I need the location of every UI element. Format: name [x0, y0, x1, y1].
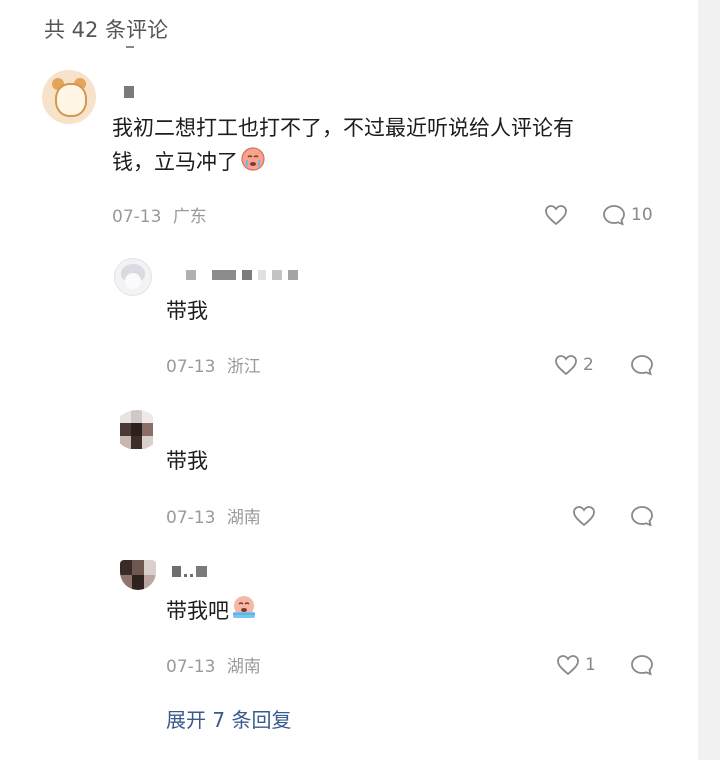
avatar[interactable] [114, 258, 152, 296]
like-button[interactable]: 1 [556, 654, 596, 676]
reply-date: 07-13 [166, 357, 216, 377]
username-redacted[interactable] [172, 566, 207, 577]
heart-icon [573, 506, 595, 527]
avatar[interactable] [42, 70, 96, 124]
reply-date: 07-13 [166, 657, 216, 677]
reply-location: 浙江 [226, 357, 261, 377]
reply-date: 07-13 [166, 508, 216, 528]
avatar[interactable] [120, 560, 156, 590]
heart-icon [555, 355, 577, 376]
crying-face-emoji-icon [240, 145, 266, 181]
comment-bubble-icon [631, 655, 653, 676]
comment-date: 07-13 [112, 207, 162, 227]
comment-meta: 07-13 广东 [112, 206, 207, 228]
like-button[interactable] [544, 204, 568, 226]
like-count: 1 [585, 655, 596, 675]
crying-face-emoji-icon [231, 594, 257, 630]
reply-meta: 07-13 浙江 [166, 356, 261, 378]
reply-meta: 07-13 湖南 [166, 507, 261, 529]
reply-button[interactable] [630, 505, 654, 527]
like-count: 2 [583, 355, 594, 375]
comment-bubble-icon [631, 355, 653, 376]
comment-count-header: 共 42 条评论 [44, 18, 169, 42]
reply-location: 湖南 [226, 508, 261, 528]
reply-text-wrap: 带我吧 [166, 594, 257, 630]
expand-replies-link[interactable]: 展开 7 条回复 [166, 706, 291, 734]
comment-text-line1: 我初二想打工也打不了，不过最近听说给人评论有 [112, 116, 574, 140]
heart-icon [545, 205, 567, 226]
reply-button[interactable] [630, 354, 654, 376]
reply-text: 带我 [166, 299, 208, 323]
header-divider [126, 46, 134, 48]
reply-button[interactable] [630, 654, 654, 676]
like-button[interactable] [572, 505, 601, 527]
reply-text: 带我吧 [166, 599, 229, 623]
reply-location: 湖南 [226, 657, 261, 677]
comment-text-line2: 钱，立马冲了 [112, 150, 238, 174]
comment-bubble-icon [631, 506, 653, 527]
reply-meta: 07-13 湖南 [166, 656, 261, 678]
reply-count: 10 [631, 205, 653, 225]
username-redacted[interactable] [124, 86, 134, 98]
comment-bubble-icon [603, 205, 625, 226]
comment-text-line2-wrap: 钱，立马冲了 [112, 145, 266, 181]
comment-location: 广东 [172, 207, 207, 227]
username-redacted[interactable] [186, 270, 298, 280]
like-button[interactable]: 2 [554, 354, 594, 376]
heart-icon [557, 655, 579, 676]
right-edge-strip [698, 0, 720, 760]
reply-button[interactable]: 10 [602, 204, 653, 226]
reply-text: 带我 [166, 449, 208, 473]
avatar[interactable] [114, 410, 160, 450]
